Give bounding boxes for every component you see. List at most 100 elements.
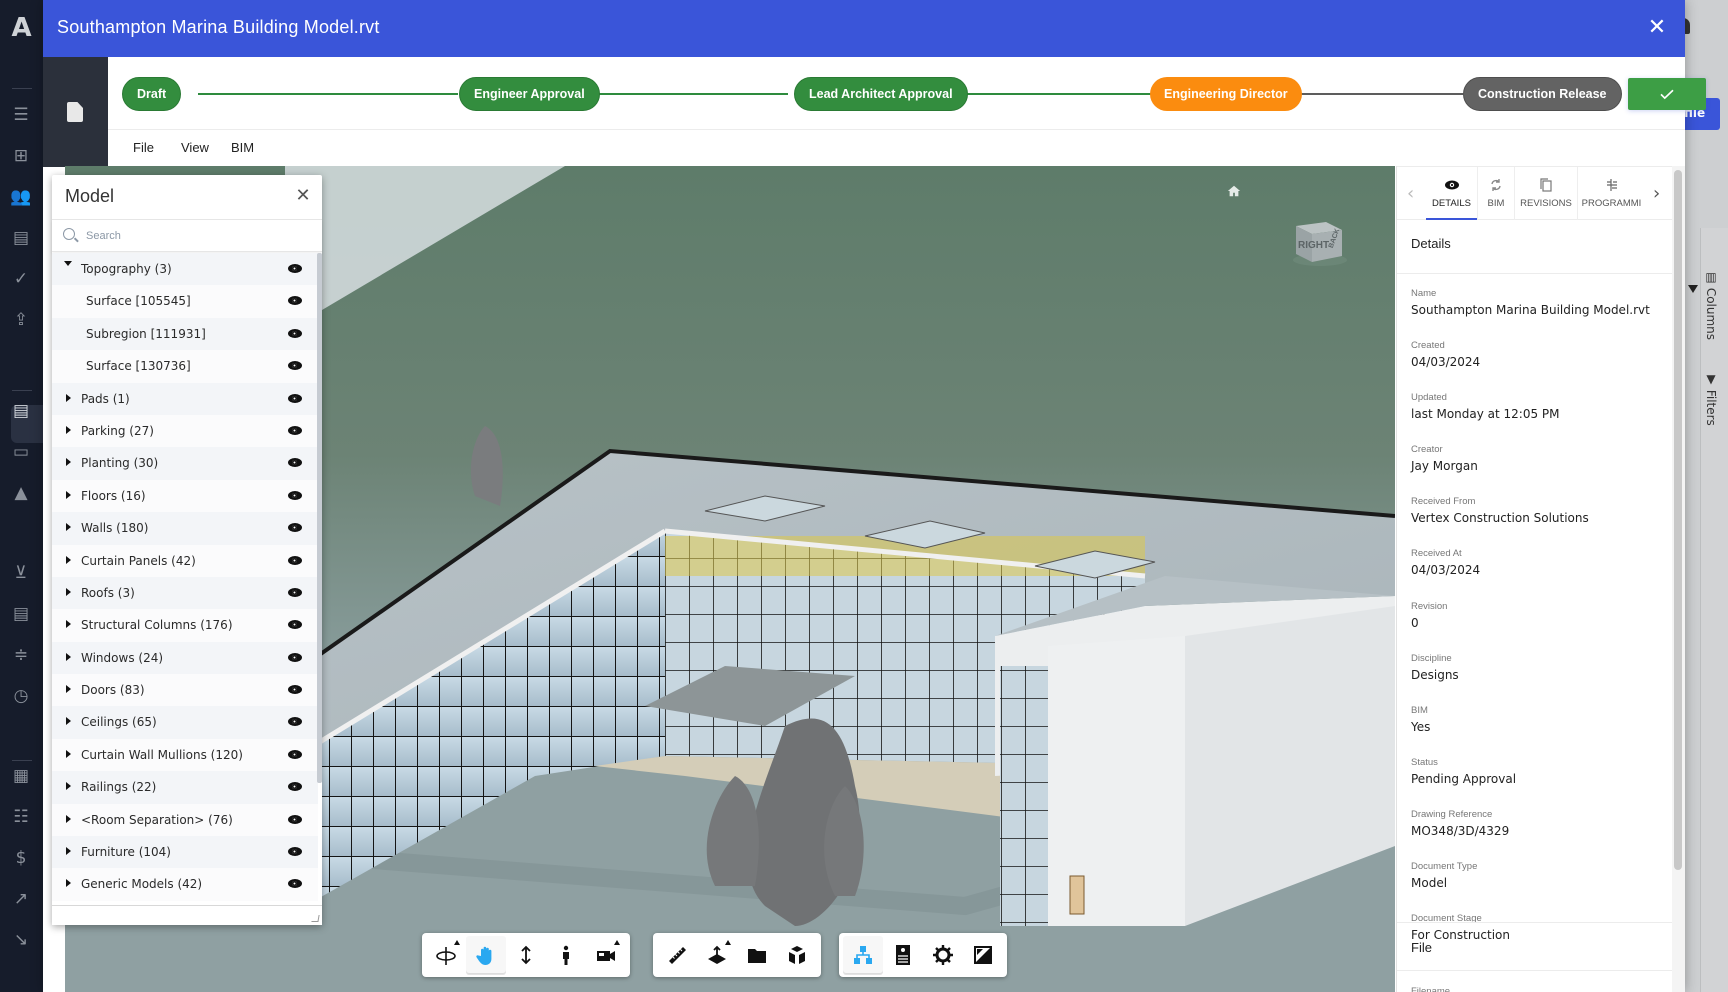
visibility-eye-icon[interactable] [288, 879, 302, 889]
tree-row[interactable]: Topography (3) [52, 253, 318, 286]
dollar-icon[interactable]: $ [10, 847, 32, 869]
menu-file[interactable]: File [133, 140, 154, 155]
fullscreen-button[interactable] [963, 936, 1003, 974]
tab-bim[interactable]: BIM [1478, 167, 1515, 220]
close-icon[interactable]: ✕ [1643, 14, 1671, 42]
visibility-eye-icon[interactable] [288, 749, 302, 759]
trend-down-icon[interactable]: ↘ [10, 929, 32, 951]
visibility-eye-icon[interactable] [288, 782, 302, 792]
caret-right-icon[interactable] [66, 814, 71, 823]
caret-right-icon[interactable] [66, 523, 71, 532]
zoom-vertical-button[interactable] [506, 936, 546, 974]
document-icon[interactable] [67, 102, 83, 122]
tree-row[interactable]: Ceilings (65) [52, 706, 318, 739]
chat-icon[interactable]: ▭ [10, 441, 32, 463]
visibility-eye-icon[interactable] [288, 328, 302, 338]
visibility-eye-icon[interactable] [288, 490, 302, 500]
people-icon[interactable]: 👥 [10, 186, 32, 208]
invoice-icon[interactable]: ▤ [10, 603, 32, 625]
visibility-eye-icon[interactable] [288, 847, 302, 857]
visibility-eye-icon[interactable] [288, 458, 302, 468]
model-tree-scrollbar[interactable] [317, 253, 322, 783]
tab-revisions[interactable]: REVISIONS [1515, 167, 1578, 220]
settings-gear-button[interactable] [923, 936, 963, 974]
tree-row[interactable]: Roofs (3) [52, 576, 318, 610]
flyout-indicator-icon[interactable] [454, 940, 460, 945]
tree-row[interactable]: Pads (1) [52, 382, 318, 415]
home-view-icon[interactable] [1227, 184, 1241, 198]
workflow-stage-lead-architect-approval[interactable]: Lead Architect Approval [794, 77, 968, 111]
caret-right-icon[interactable] [66, 425, 71, 434]
visibility-eye-icon[interactable] [288, 814, 302, 824]
table-icon[interactable]: ☷ [10, 806, 32, 828]
visibility-eye-icon[interactable] [288, 717, 302, 727]
model-search-input[interactable] [86, 226, 306, 246]
list-icon[interactable]: ☰ [10, 104, 32, 126]
clock-icon[interactable]: ◷ [10, 685, 32, 707]
chevron-left-icon[interactable]: ‹ [1407, 183, 1414, 204]
dashboard-icon[interactable]: ▦ [10, 765, 32, 787]
workflow-stage-engineering-director[interactable]: Engineering Director [1150, 77, 1302, 111]
details-scrollbar[interactable] [1674, 170, 1682, 870]
split-icon[interactable]: ≑ [10, 644, 32, 666]
tree-row[interactable]: Parking (27) [52, 414, 318, 448]
caret-right-icon[interactable] [66, 847, 71, 856]
folder-button[interactable] [737, 936, 777, 974]
visibility-eye-icon[interactable] [288, 361, 302, 371]
caret-right-icon[interactable] [66, 393, 71, 402]
view-cube[interactable]: RIGHT BACK [1290, 212, 1348, 268]
tree-row[interactable]: <Room Separation> (76) [52, 803, 318, 837]
tree-row[interactable]: Structural Columns (176) [52, 609, 318, 642]
pan-hand-button[interactable] [466, 936, 506, 974]
orbit-button[interactable] [426, 936, 466, 974]
file-upload-icon[interactable]: ⇪ [10, 309, 32, 331]
tree-row[interactable]: Curtain Panels (42) [52, 544, 318, 577]
tree-row[interactable]: Furniture (104) [52, 836, 318, 869]
document-icon[interactable]: ▤ [10, 227, 32, 249]
model-browser-button[interactable] [843, 936, 883, 974]
section-plane-button[interactable] [697, 936, 737, 974]
tab-programme[interactable]: PROGRAMMI [1578, 167, 1645, 220]
tree-row[interactable]: Floors (16) [52, 479, 318, 513]
menu-view[interactable]: View [181, 140, 209, 155]
tree-row[interactable]: Surface [105545] [52, 285, 318, 318]
view-cube-right-face[interactable]: RIGHT [1298, 240, 1329, 251]
check-icon[interactable]: ✓ [10, 268, 32, 290]
caret-right-icon[interactable] [66, 782, 71, 791]
tab-details[interactable]: DETAILS [1426, 167, 1478, 220]
app-logo[interactable]: A [0, 0, 43, 56]
caret-right-icon[interactable] [66, 717, 71, 726]
tree-row[interactable]: Doors (83) [52, 674, 318, 707]
camera-button[interactable] [586, 936, 626, 974]
flyout-indicator-icon[interactable] [614, 940, 620, 945]
caret-right-icon[interactable] [66, 587, 71, 596]
caret-right-icon[interactable] [66, 620, 71, 629]
caret-right-icon[interactable] [66, 490, 71, 499]
caret-right-icon[interactable] [66, 458, 71, 467]
workflow-stage-engineer-approval[interactable]: Engineer Approval [459, 77, 600, 111]
caret-right-icon[interactable] [66, 685, 71, 694]
tree-row[interactable]: Walls (180) [52, 512, 318, 545]
workflow-stage-draft[interactable]: Draft [122, 77, 182, 111]
caret-down-icon[interactable] [64, 261, 72, 266]
visibility-eye-icon[interactable] [288, 652, 302, 662]
measure-ruler-button[interactable] [657, 936, 697, 974]
visibility-eye-icon[interactable] [288, 685, 302, 695]
tree-row[interactable]: Windows (24) [52, 641, 318, 675]
properties-button[interactable] [883, 936, 923, 974]
columns-rail-button[interactable]: ▥ Columns [1704, 270, 1718, 340]
visibility-eye-icon[interactable] [288, 425, 302, 435]
tree-row[interactable]: Surface [130736] [52, 350, 318, 383]
visibility-eye-icon[interactable] [288, 587, 302, 597]
visibility-eye-icon[interactable] [288, 393, 302, 403]
tree-row[interactable]: Railings (22) [52, 771, 318, 804]
explode-cube-button[interactable] [777, 936, 817, 974]
visibility-eye-icon[interactable] [288, 523, 302, 533]
tree-row[interactable]: Curtain Wall Mullions (120) [52, 738, 318, 772]
trend-up-icon[interactable]: ↗ [10, 888, 32, 910]
document-active-icon[interactable]: ▤ [10, 400, 32, 422]
cart-icon[interactable]: ⊻ [10, 562, 32, 584]
flyout-indicator-icon[interactable] [725, 940, 731, 945]
caret-right-icon[interactable] [66, 555, 71, 564]
tree-row[interactable]: Generic Models (42) [52, 868, 318, 901]
